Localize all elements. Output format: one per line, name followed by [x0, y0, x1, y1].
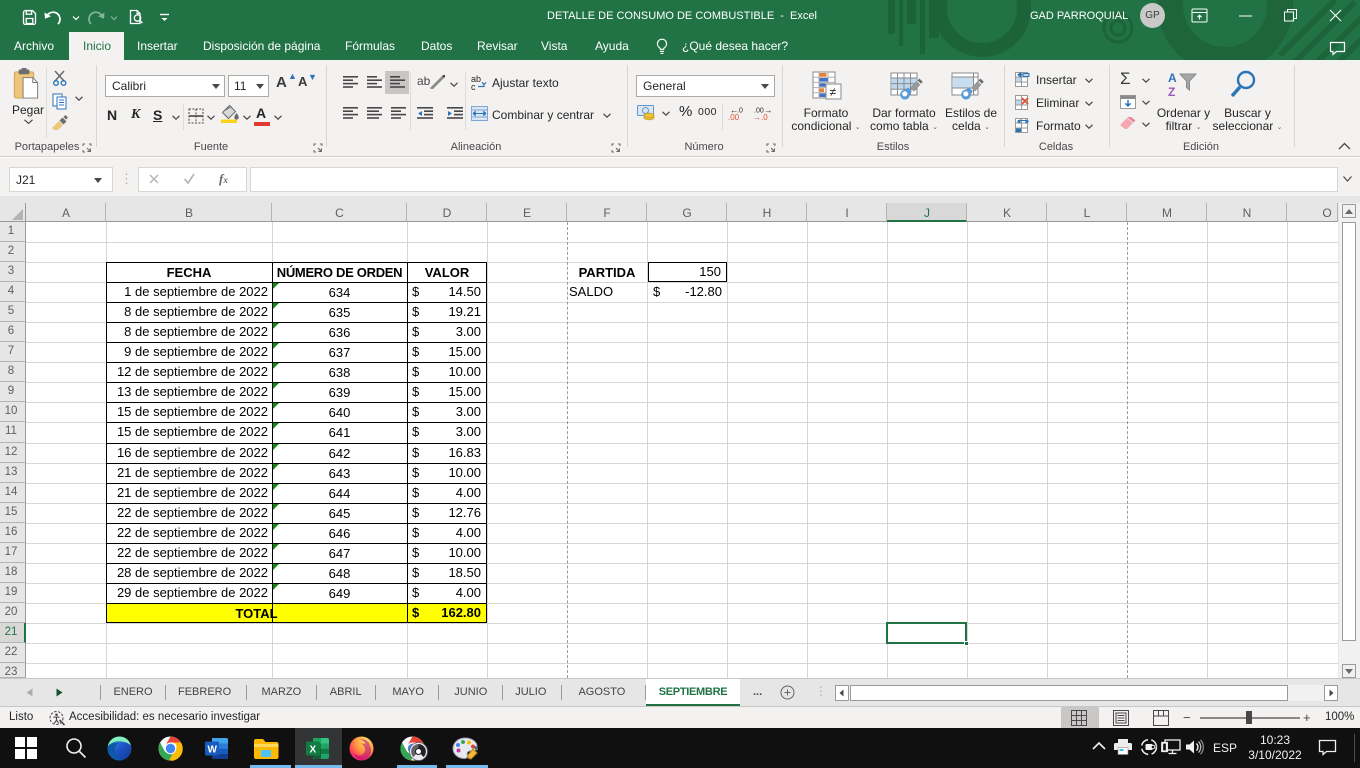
svg-text:A: A	[1168, 71, 1177, 85]
svg-text:X: X	[310, 745, 317, 756]
svg-text:c: c	[471, 82, 476, 90]
svg-text:W: W	[208, 745, 218, 756]
svg-text:≠: ≠	[830, 85, 837, 99]
svg-text:→,0: →,0	[753, 113, 768, 120]
svg-text:,00: ,00	[728, 113, 740, 120]
svg-text:Z: Z	[1168, 85, 1175, 99]
